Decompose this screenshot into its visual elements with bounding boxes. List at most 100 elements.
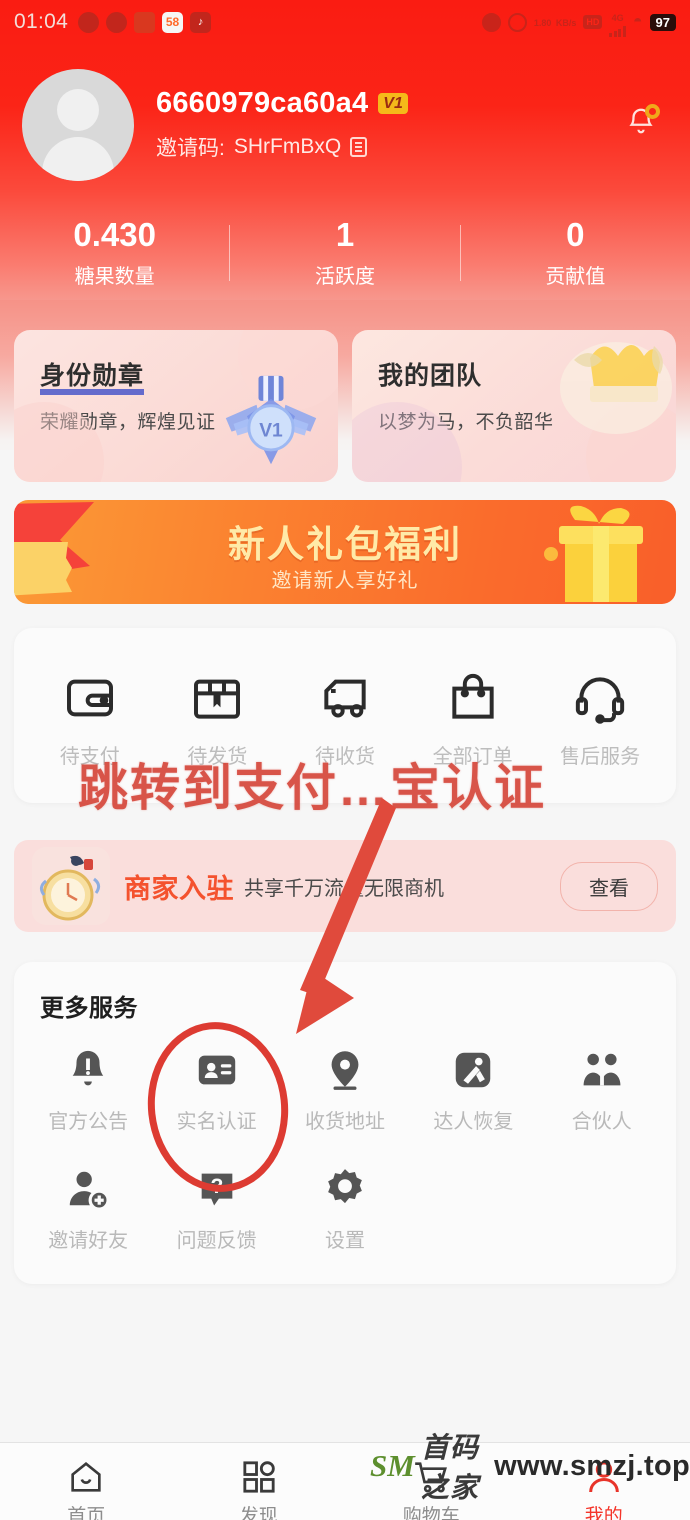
level-badge: V1 — [378, 92, 408, 115]
order-item-all-orders[interactable]: 全部订单 — [409, 662, 537, 769]
invite-code-value: SHrFmBxQ — [233, 135, 342, 158]
partners-icon — [538, 1037, 666, 1103]
order-label: 全部订单 — [432, 746, 513, 768]
stats-row: 0.430 糖果数量 1 活跃度 0 贡献值 — [0, 205, 690, 300]
card-my-team[interactable]: 我的团队 以梦为马，不负韶华 — [352, 330, 676, 482]
page-title: 6660979ca60a4 — [156, 87, 369, 119]
card-identity-badge[interactable]: 身份勋章 荣耀勋章，辉煌见证 V1 — [14, 330, 338, 482]
stat-label: 贡献值 — [545, 266, 606, 289]
avatar[interactable] — [22, 68, 134, 181]
order-item-after-sales[interactable]: 售后服务 — [536, 662, 664, 769]
service-label: 达人恢复 — [433, 1111, 514, 1133]
nav-label: 购物车 — [402, 1506, 460, 1520]
wechat-icon — [78, 11, 100, 33]
stat-value: 1 — [335, 215, 355, 253]
app-root: 01:04 58 ♪ 1.80 KB/s HD 4G ◓ 97 6660979c… — [0, 0, 690, 1520]
order-label: 待收货 — [314, 746, 375, 768]
order-label: 售后服务 — [560, 746, 641, 768]
service-label: 邀请好友 — [48, 1230, 129, 1252]
signal-bars — [609, 25, 626, 37]
alipay-icon — [134, 11, 156, 33]
nav-item-mine[interactable]: 我的 — [518, 1455, 690, 1520]
stat-activity[interactable]: 1 活跃度 — [230, 216, 459, 290]
opera-icon — [106, 11, 128, 33]
status-bar-system-icons: 1.80 KB/s HD 4G ◓ 97 — [481, 8, 676, 37]
stat-value: 0.430 — [73, 215, 156, 253]
net-speed-value: 1.80 — [533, 18, 552, 28]
notification-button[interactable] — [618, 100, 668, 150]
service-official-announcement[interactable]: 官方公告 — [24, 1037, 152, 1134]
service-label: 设置 — [324, 1230, 365, 1252]
nav-label: 我的 — [584, 1506, 623, 1520]
notification-dot — [645, 103, 660, 119]
wifi-icon: ◓ — [632, 13, 643, 30]
nav-item-discover[interactable]: 发现 — [173, 1455, 346, 1520]
service-shipping-address[interactable]: 收货地址 — [281, 1037, 409, 1134]
ribbon-icon — [14, 502, 94, 596]
nav-item-cart[interactable]: 购物车 — [345, 1455, 518, 1520]
invite-code-label: 邀请码: — [156, 137, 225, 160]
status-bar-time: 01:04 — [14, 10, 69, 33]
invite-code-row[interactable]: 邀请码: SHrFmBxQ — [156, 132, 408, 162]
order-item-pending-receipt[interactable]: 待收货 — [281, 662, 409, 769]
service-label: 实名认证 — [176, 1111, 257, 1133]
grid-icon — [173, 1455, 346, 1499]
copy-icon[interactable] — [350, 137, 368, 157]
alarm-icon — [481, 12, 501, 32]
question-bubble-icon: ? — [152, 1156, 280, 1222]
hd-icon: HD — [583, 15, 603, 29]
new-user-gift-banner[interactable]: 新人礼包福利 邀请新人享好礼 — [14, 500, 676, 604]
merchant-subtitle: 共享千万流量无限商机 — [244, 877, 444, 900]
battery-icon: 97 — [649, 13, 676, 31]
service-real-name-verification[interactable]: 实名认证 — [152, 1037, 280, 1134]
headset-icon — [536, 662, 664, 734]
order-status-card: 待支付 待发货 待收货 全部订单 售后服务 — [14, 628, 676, 803]
card-title: 我的团队 — [378, 362, 483, 390]
merchant-clock-icon — [32, 847, 110, 925]
profile-header: 6660979ca60a4 V1 邀请码: SHrFmBxQ — [0, 62, 690, 187]
gear-icon — [281, 1156, 409, 1222]
gift-box-icon — [544, 505, 643, 602]
stat-label: 糖果数量 — [74, 266, 155, 289]
home-icon — [0, 1455, 173, 1499]
merchant-view-button[interactable]: 查看 — [560, 861, 658, 911]
avatar-placeholder — [57, 88, 99, 131]
banner-title: 新人礼包福利 — [228, 524, 462, 565]
service-partner[interactable]: 合伙人 — [538, 1037, 666, 1134]
cart-icon — [345, 1455, 518, 1499]
package-icon — [154, 662, 282, 734]
order-label: 待支付 — [59, 746, 120, 768]
status-bar-app-icons: 58 ♪ — [78, 11, 212, 33]
merchant-onboarding-banner[interactable]: 商家入驻 共享千万流量无限商机 查看 — [14, 840, 676, 932]
stat-value: 0 — [566, 215, 585, 253]
nav-label: 首页 — [67, 1506, 106, 1520]
user-icon — [518, 1455, 690, 1499]
status-bar: 01:04 58 ♪ 1.80 KB/s HD 4G ◓ 97 — [0, 0, 690, 44]
service-invite-friends[interactable]: 邀请好友 — [24, 1156, 152, 1253]
stat-contribution[interactable]: 0 贡献值 — [461, 216, 690, 290]
svg-text:?: ? — [210, 1175, 223, 1198]
nav-item-home[interactable]: 首页 — [0, 1455, 173, 1520]
avatar-body — [42, 136, 114, 181]
douyin-icon: ♪ — [190, 11, 212, 33]
more-services-card: 更多服务 官方公告 实名认证 收货地址 达人恢复 合伙人 邀请好友 ? 问题反馈… — [14, 962, 676, 1284]
location-pin-icon — [281, 1037, 409, 1103]
bottom-navigation: 首页 发现 购物车 我的 — [0, 1442, 690, 1520]
service-expert-recovery[interactable]: 达人恢复 — [409, 1037, 537, 1134]
stat-candy[interactable]: 0.430 糖果数量 — [0, 216, 229, 290]
feature-cards: 身份勋章 荣耀勋章，辉煌见证 V1 我的团队 以梦为马，不负韶华 — [14, 330, 676, 482]
order-item-pending-payment[interactable]: 待支付 — [26, 662, 154, 769]
crown-icon — [560, 342, 672, 434]
expert-icon — [409, 1037, 537, 1103]
svg-text:V1: V1 — [259, 420, 283, 441]
profile-info: 6660979ca60a4 V1 邀请码: SHrFmBxQ — [156, 87, 408, 162]
service-feedback[interactable]: ? 问题反馈 — [152, 1156, 280, 1253]
order-item-pending-shipment[interactable]: 待发货 — [154, 662, 282, 769]
card-title: 身份勋章 — [40, 356, 145, 395]
service-settings[interactable]: 设置 — [281, 1156, 409, 1253]
service-label: 问题反馈 — [176, 1230, 257, 1252]
signal-icon: 4G — [609, 8, 626, 37]
shopping-bag-icon — [409, 662, 537, 734]
wallet-icon — [26, 662, 154, 734]
service-label: 收货地址 — [304, 1111, 385, 1133]
